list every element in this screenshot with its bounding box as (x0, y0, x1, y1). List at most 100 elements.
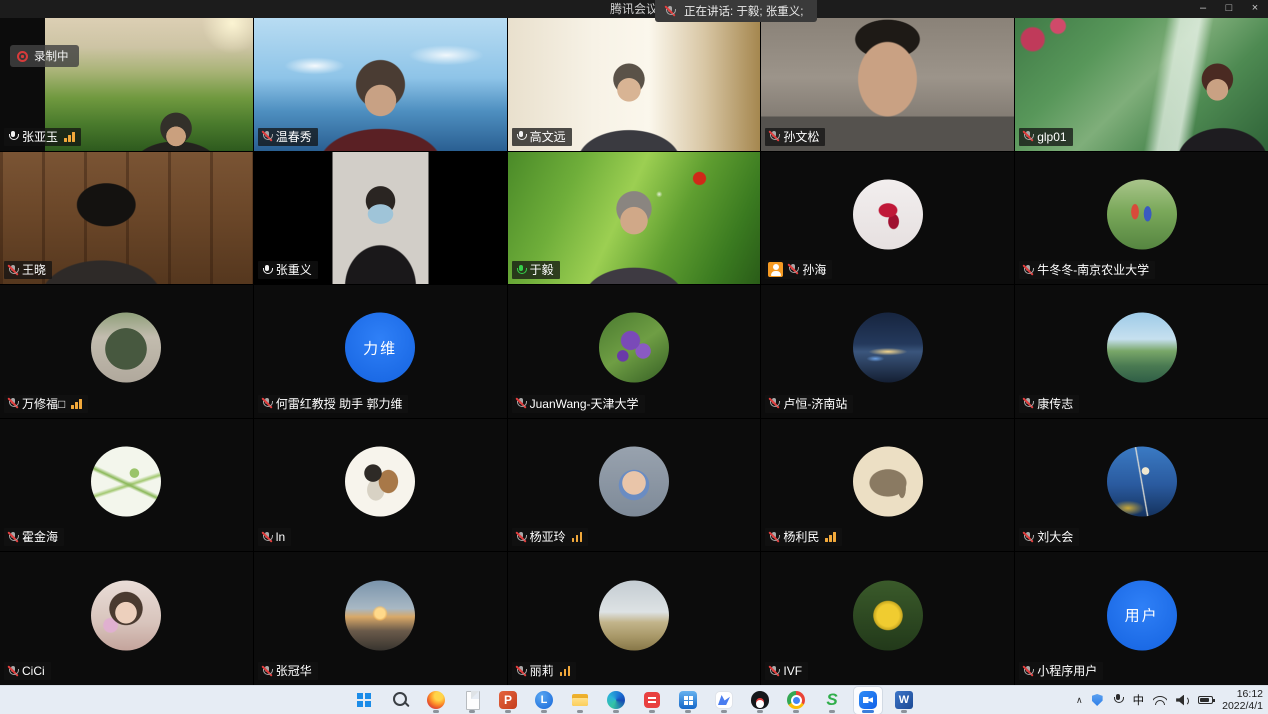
participant-avatar (91, 580, 161, 650)
participant-tile[interactable]: IVF (761, 552, 1014, 685)
running-indicator (685, 710, 691, 713)
participant-tile[interactable]: 牛冬冬-南京农业大学 (1015, 152, 1268, 285)
participant-tile[interactable]: 刘大会 (1015, 419, 1268, 552)
participant-name: 张亚玉 (22, 130, 58, 144)
taskbar-bird-app-button[interactable] (710, 687, 738, 714)
network-signal-icon (560, 666, 571, 676)
participant-avatar (853, 580, 923, 650)
participant-tile[interactable]: ln (254, 419, 507, 552)
participant-name: 张冠华 (276, 664, 312, 678)
participant-tile[interactable]: 高文远 (508, 18, 761, 151)
mic-muted-icon (261, 665, 273, 678)
maximize-button[interactable]: □ (1216, 0, 1242, 18)
participant-tile[interactable]: CiCi (0, 552, 253, 685)
participant-label: 康传志 (1019, 395, 1079, 413)
hidden-icons-chevron-icon[interactable]: ∧ (1076, 695, 1083, 706)
participant-avatar: 力维 (345, 313, 415, 383)
running-indicator (862, 710, 874, 713)
participant-label: 卢恒-济南站 (765, 395, 853, 413)
mic-muted-icon (7, 397, 19, 410)
participant-tile[interactable]: 王晓 (0, 152, 253, 285)
participant-tile[interactable]: 张亚玉 (0, 18, 253, 151)
taskbar-file-explorer-button[interactable] (566, 687, 594, 714)
mic-muted-icon (7, 531, 19, 544)
participant-avatar (599, 447, 669, 517)
taskbar-firefox-button[interactable] (422, 687, 450, 714)
participant-label: 刘大会 (1019, 528, 1079, 546)
participant-name: CiCi (22, 664, 45, 678)
tray-microphone-icon[interactable] (1112, 694, 1124, 707)
participant-tile[interactable]: 张冠华 (254, 552, 507, 685)
tray-clock[interactable]: 16:12 2022/4/1 (1222, 688, 1263, 712)
taskbar-green-s-app-button[interactable] (818, 687, 846, 714)
participant-name: 杨利民 (783, 530, 819, 544)
participant-name: 卢恒-济南站 (783, 397, 847, 411)
taskbar-microsoft-store-button[interactable] (674, 687, 702, 714)
taskbar-search-button[interactable] (386, 687, 414, 714)
record-icon (17, 51, 28, 62)
close-button[interactable]: × (1242, 0, 1268, 18)
window-title: 腾讯会议 (0, 0, 1268, 18)
running-indicator (433, 710, 439, 713)
recording-badge[interactable]: 录制中 (10, 45, 79, 67)
start-icon (353, 689, 375, 711)
taskbar-document-button[interactable] (458, 687, 486, 714)
taskbar-qq-button[interactable] (746, 687, 774, 714)
participant-tile[interactable]: JuanWang-天津大学 (508, 285, 761, 418)
mic-muted-icon (515, 397, 527, 410)
participant-name: ln (276, 530, 285, 544)
network-signal-icon (64, 132, 75, 142)
participant-tile[interactable]: 力维何雷红教授 助手 郭力维 (254, 285, 507, 418)
mic-icon (7, 130, 19, 143)
microsoft-store-icon (677, 689, 699, 711)
participant-label: 于毅 (512, 261, 560, 279)
participant-name: 高文远 (530, 130, 566, 144)
taskbar-word-button[interactable] (890, 687, 918, 714)
participant-tile[interactable]: 温春秀 (254, 18, 507, 151)
participant-tile[interactable]: 孙文松 (761, 18, 1014, 151)
participant-tile[interactable]: 万修福□ (0, 285, 253, 418)
taskbar-edge-button[interactable] (602, 687, 630, 714)
minimize-button[interactable]: – (1190, 0, 1216, 18)
volume-icon[interactable] (1176, 695, 1189, 706)
tencent-meeting-icon (857, 689, 879, 711)
participant-tile[interactable]: 孙海 (761, 152, 1014, 285)
participant-avatar: 用户 (1107, 580, 1177, 650)
running-indicator (901, 710, 907, 713)
participant-label: 万修福□ (4, 395, 88, 413)
participant-tile[interactable]: glp01 (1015, 18, 1268, 151)
taskbar-clock-app-button[interactable] (530, 687, 558, 714)
participant-label: 霍金海 (4, 528, 64, 546)
participant-name: 孙海 (802, 263, 826, 277)
participant-name: 牛冬冬-南京农业大学 (1037, 263, 1149, 277)
participant-tile[interactable]: 张重义 (254, 152, 507, 285)
running-indicator (829, 710, 835, 713)
taskbar-powerpoint-button[interactable] (494, 687, 522, 714)
network-signal-icon (572, 532, 583, 542)
battery-icon[interactable] (1198, 696, 1213, 704)
mic-muted-icon (515, 665, 527, 678)
participant-label: 杨亚玲 (512, 528, 589, 546)
taskbar-start-button[interactable] (350, 687, 378, 714)
participant-name: IVF (783, 664, 802, 678)
taskbar-red-app-button[interactable] (638, 687, 666, 714)
participant-label: 何雷红教授 助手 郭力维 (258, 395, 409, 413)
participant-tile[interactable]: 杨亚玲 (508, 419, 761, 552)
participant-tile[interactable]: 霍金海 (0, 419, 253, 552)
taskbar-chrome-button[interactable] (782, 687, 810, 714)
security-shield-icon[interactable] (1092, 694, 1103, 706)
participant-name: 孙文松 (783, 130, 819, 144)
participant-tile[interactable]: 用户小程序用户 (1015, 552, 1268, 685)
file-explorer-icon (569, 689, 591, 711)
participant-tile[interactable]: 于毅 (508, 152, 761, 285)
input-method-indicator[interactable]: 中 (1133, 692, 1145, 708)
participant-tile[interactable]: 丽莉 (508, 552, 761, 685)
mic-muted-icon (261, 531, 273, 544)
wifi-icon[interactable] (1153, 695, 1167, 705)
participant-tile[interactable]: 卢恒-济南站 (761, 285, 1014, 418)
running-indicator (649, 710, 655, 713)
taskbar-tencent-meeting-button[interactable] (854, 687, 882, 714)
participant-tile[interactable]: 康传志 (1015, 285, 1268, 418)
document-icon (461, 689, 483, 711)
participant-tile[interactable]: 杨利民 (761, 419, 1014, 552)
